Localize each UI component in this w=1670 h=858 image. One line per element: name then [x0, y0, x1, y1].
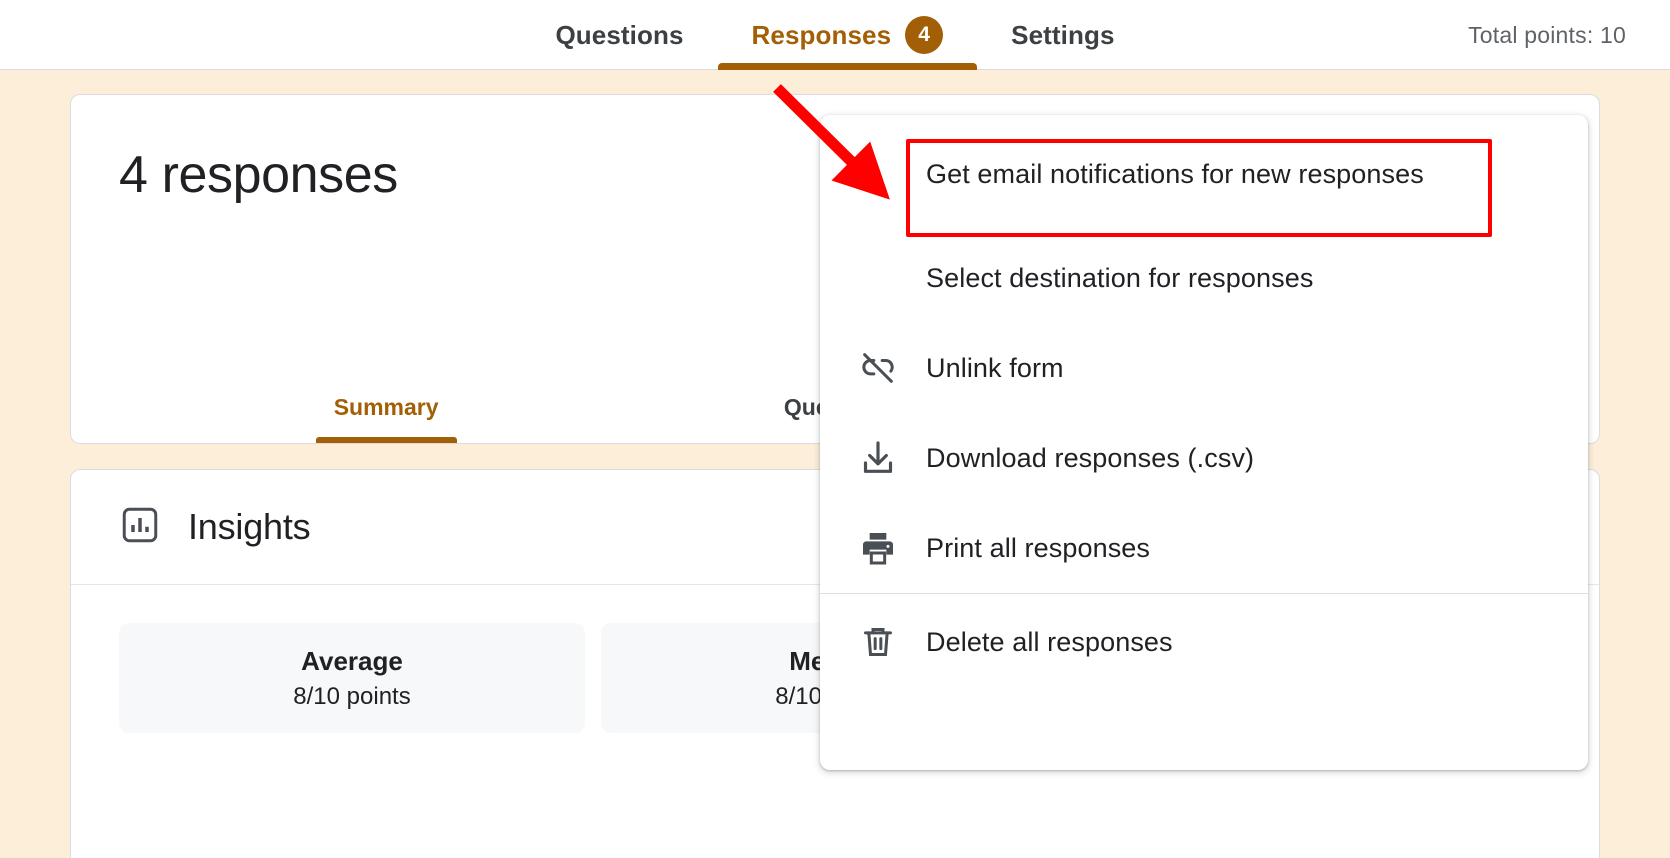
stat-card-average: Average 8/10 points — [119, 623, 585, 733]
menu-item-icon-placeholder — [852, 256, 904, 300]
menu-item-icon-placeholder — [852, 152, 904, 196]
tab-responses-label: Responses — [752, 20, 892, 51]
tab-questions[interactable]: Questions — [521, 0, 717, 70]
menu-item-print-all-responses[interactable]: Print all responses — [820, 503, 1588, 593]
print-icon — [852, 526, 904, 570]
trash-icon — [852, 620, 904, 664]
total-points-label: Total points: 10 — [1468, 0, 1626, 70]
menu-item-select-destination[interactable]: Select destination for responses — [820, 233, 1588, 323]
tab-settings[interactable]: Settings — [977, 0, 1148, 70]
menu-item-label: Select destination for responses — [926, 263, 1313, 294]
responses-count-badge: 4 — [905, 16, 943, 54]
tab-responses[interactable]: Responses 4 — [718, 0, 978, 70]
unlink-icon — [852, 346, 904, 390]
stat-label: Average — [301, 646, 403, 677]
insights-title: Insights — [188, 506, 310, 548]
active-tab-underline — [718, 63, 978, 70]
responses-options-menu: Get email notifications for new response… — [820, 115, 1588, 770]
bar-chart-icon — [119, 504, 161, 551]
view-tab-active-underline — [316, 437, 457, 443]
view-tab-summary[interactable]: Summary — [316, 394, 457, 443]
stat-value: 8/10 points — [293, 683, 410, 711]
menu-item-label: Print all responses — [926, 533, 1150, 564]
top-bar: Questions Responses 4 Settings Total poi… — [0, 0, 1670, 70]
menu-item-label: Unlink form — [926, 353, 1064, 384]
form-tab-strip: Questions Responses 4 Settings — [0, 0, 1670, 70]
tab-settings-label: Settings — [1011, 20, 1114, 51]
menu-item-label: Delete all responses — [926, 627, 1173, 658]
menu-item-unlink-form[interactable]: Unlink form — [820, 323, 1588, 413]
menu-item-get-email-notifications[interactable]: Get email notifications for new response… — [820, 115, 1588, 233]
response-count-heading: 4 responses — [119, 145, 398, 205]
download-icon — [852, 436, 904, 480]
view-tab-summary-label: Summary — [334, 394, 439, 420]
tab-questions-label: Questions — [555, 20, 683, 51]
menu-item-label: Get email notifications for new response… — [926, 159, 1424, 190]
menu-item-download-responses[interactable]: Download responses (.csv) — [820, 413, 1588, 503]
menu-item-label: Download responses (.csv) — [926, 443, 1254, 474]
menu-item-delete-all-responses[interactable]: Delete all responses — [820, 594, 1588, 690]
